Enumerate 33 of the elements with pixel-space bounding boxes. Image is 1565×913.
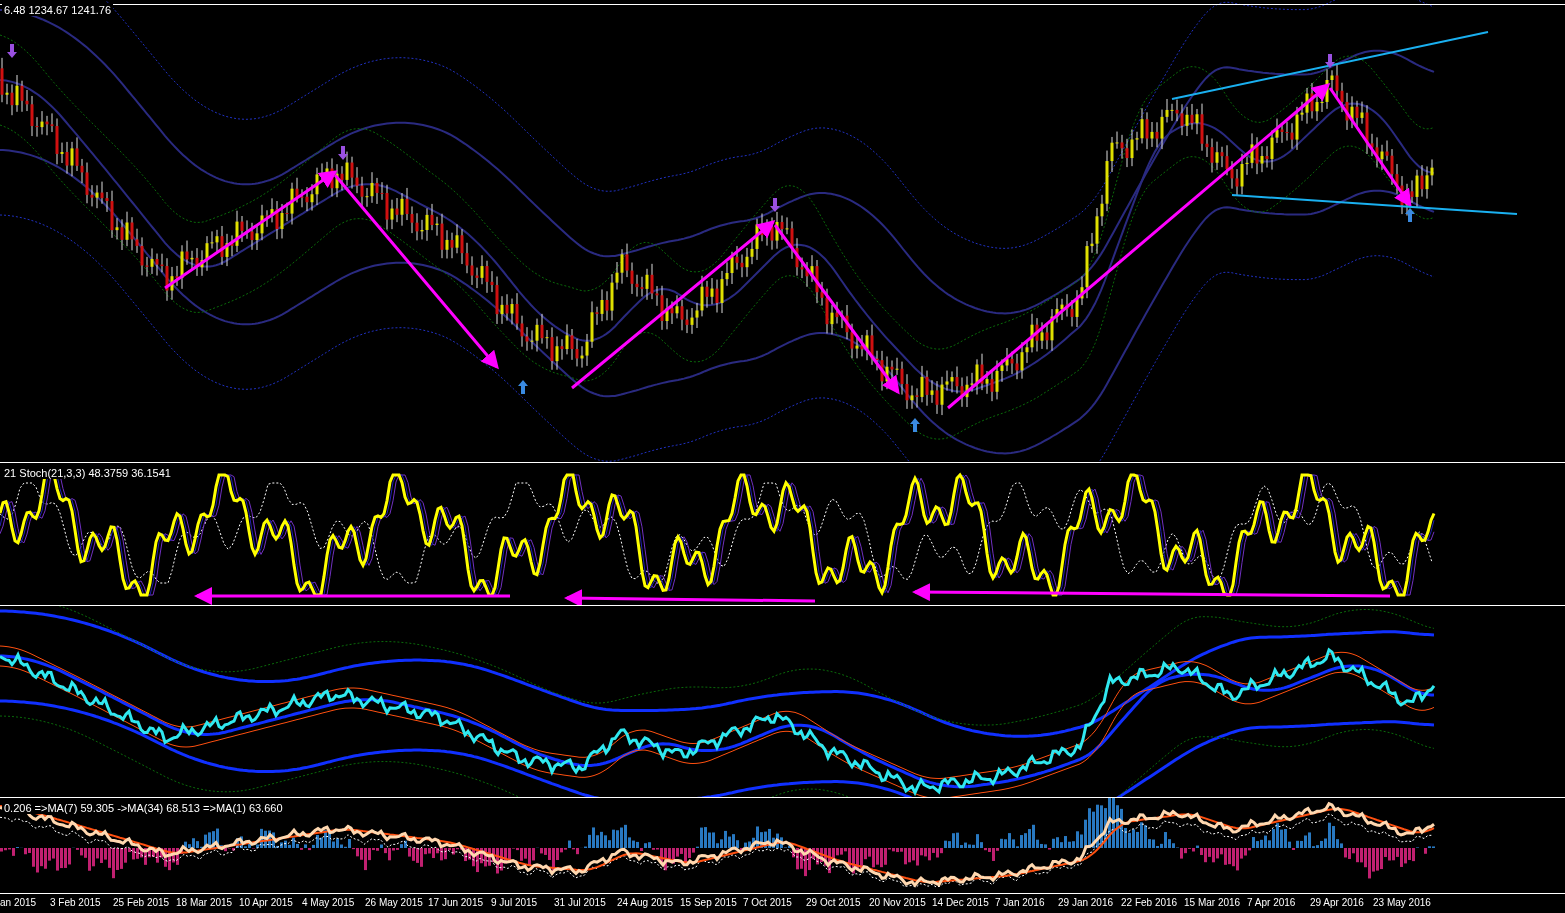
date-label: 29 Oct 2015 [805,896,862,910]
date-label: 7 Oct 2015 [742,896,793,910]
up-arrow-icon [518,380,528,394]
down-arrow-icon [1325,54,1335,68]
date-label: 7 Jan 2016 [994,896,1046,910]
date-label: 7 Apr 2016 [1246,896,1297,910]
date-label: 17 Jun 2015 [427,896,485,910]
date-label: 24 Aug 2015 [616,896,675,910]
down-arrow-icon [338,146,348,160]
date-label: 29 Apr 2016 [1309,896,1365,910]
up-arrow-icon [910,418,920,432]
up-arrow-icon [1405,208,1415,222]
date-label: 29 Jan 2016 [1057,896,1115,910]
date-label: 9 Jul 2015 [490,896,539,910]
date-label: an 2015 [0,896,38,910]
date-label: 15 Sep 2015 [679,896,738,910]
date-label: 20 Nov 2015 [868,896,927,910]
indicator-header: 0.206 =>MA(7) 59.305 ->MA(34) 68.513 =>MA(1) 63.660 [2,802,285,814]
date-label: 23 May 2016 [1372,896,1432,910]
date-label: 3 Feb 2015 [49,896,102,910]
date-label: 18 Mar 2015 [175,896,234,910]
date-label: 15 Mar 2016 [1183,896,1242,910]
down-arrow-icon [7,44,17,58]
date-label: 25 Feb 2015 [112,896,171,910]
stochastic-header: 21 Stoch(21,3,3) 48.3759 36.1541 [2,467,173,479]
price-header: 6.48 1234.67 1241.76 [2,4,114,16]
date-label: 14 Dec 2015 [931,896,990,910]
date-label: 22 Feb 2016 [1120,896,1179,910]
date-label: 26 May 2015 [364,896,424,910]
down-arrow-icon [770,198,780,212]
date-label: 4 May 2015 [301,896,356,910]
date-label: 31 Jul 2015 [553,896,607,910]
date-label: 10 Apr 2015 [238,896,294,910]
